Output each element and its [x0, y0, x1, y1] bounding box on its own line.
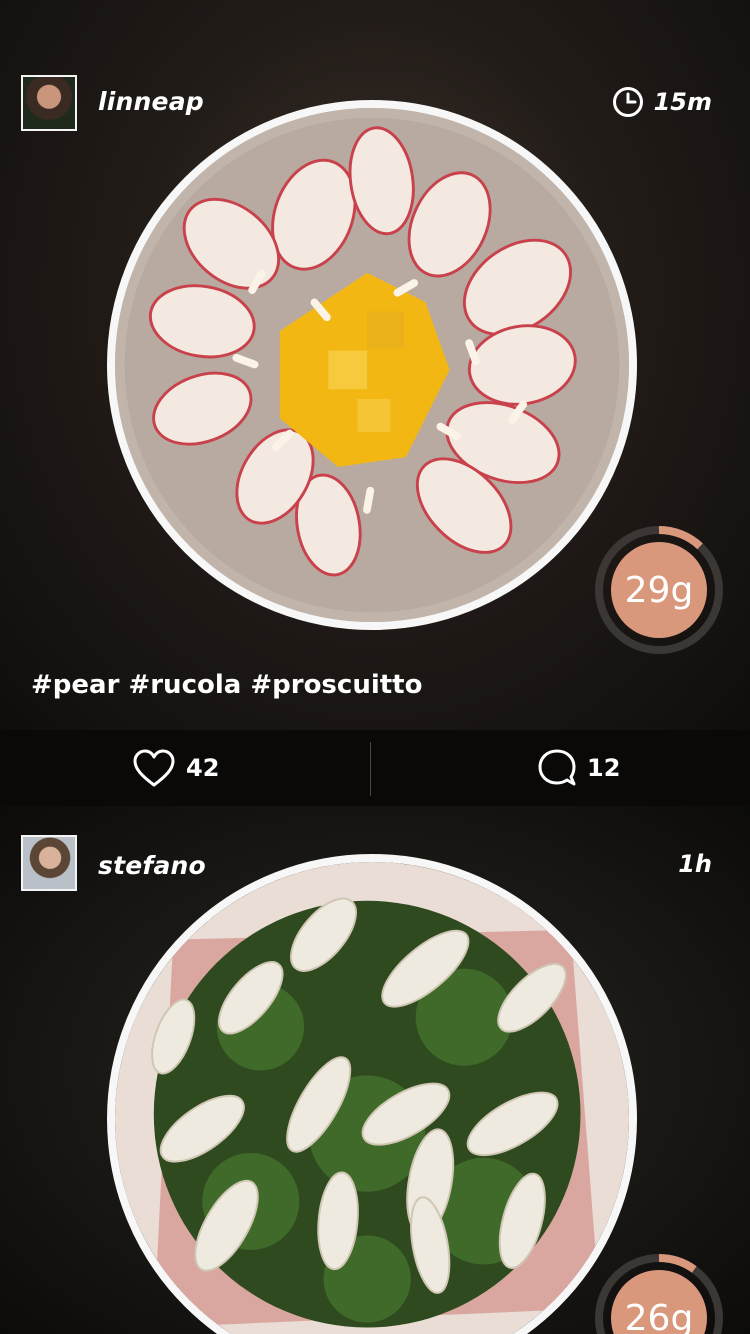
- heart-icon: [133, 749, 175, 787]
- comment-button[interactable]: 12: [537, 730, 620, 806]
- carb-badge: 26g: [593, 1252, 725, 1334]
- post-time: 1h: [678, 850, 712, 878]
- like-count: 42: [186, 754, 220, 782]
- user-avatar[interactable]: [21, 835, 77, 891]
- salad-image: [115, 862, 629, 1334]
- divider: [370, 742, 371, 796]
- food-photo[interactable]: [107, 854, 637, 1334]
- time-text: 15m: [653, 88, 712, 116]
- post-action-bar: 42 12: [0, 730, 750, 806]
- food-photo[interactable]: [107, 100, 637, 630]
- carb-badge: 29g: [593, 524, 725, 656]
- clock-icon: [612, 87, 643, 117]
- feed-post: stefano 1h 26g: [0, 806, 750, 1334]
- post-time: 15m: [612, 86, 712, 118]
- comment-count: 12: [587, 754, 621, 782]
- feed-post: linneap 15m 29g #pear #rucola #proscuitt…: [0, 0, 750, 730]
- carb-value: 26g: [624, 1297, 694, 1334]
- time-text: 1h: [678, 850, 712, 878]
- username[interactable]: linneap: [98, 87, 204, 116]
- oatmeal-image: [115, 108, 629, 622]
- like-button[interactable]: 42: [132, 730, 219, 806]
- comment-icon: [538, 749, 576, 786]
- hashtags[interactable]: #pear #rucola #proscuitto: [31, 670, 422, 700]
- username[interactable]: stefano: [98, 851, 206, 880]
- carb-value: 29g: [624, 569, 694, 611]
- user-avatar[interactable]: [21, 75, 77, 131]
